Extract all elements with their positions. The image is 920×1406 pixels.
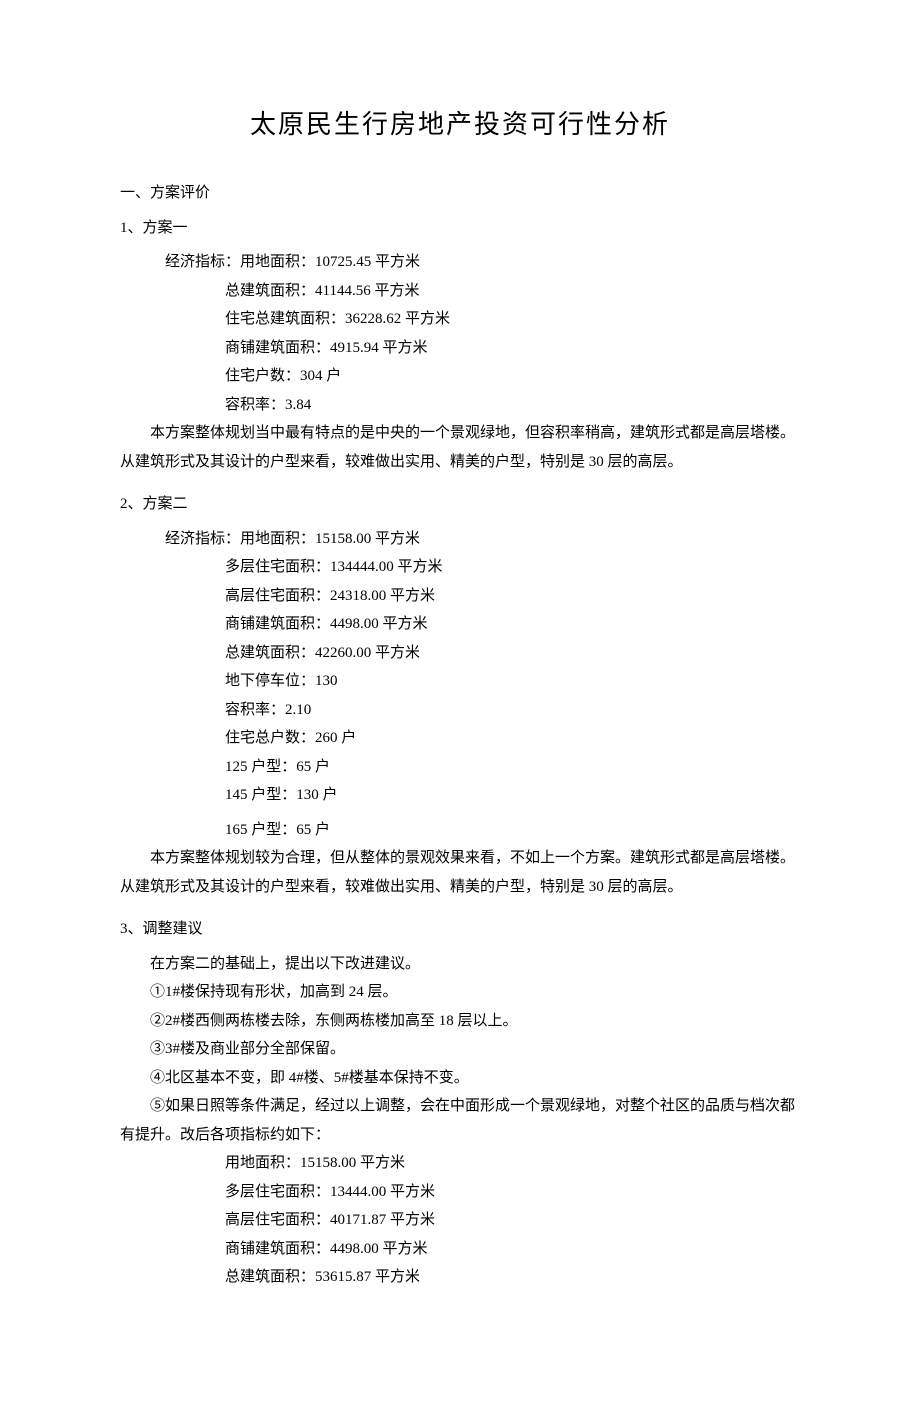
adjustment-item-1: ①1#楼保持现有形状，加高到 24 层。 [120,978,800,1007]
adjustment-item-2: ②2#楼西侧两栋楼去除，东侧两栋楼加高至 18 层以上。 [120,1007,800,1036]
plan-1-metric-commercial-area: 商铺建筑面积：4915.94 平方米 [225,334,800,363]
adjusted-metric-high-rise: 高层住宅面积：40171.87 平方米 [225,1206,800,1235]
plan-2-metric-type-125: 125 户型：65 户 [225,753,800,782]
plan-2-metric-total-area: 总建筑面积：42260.00 平方米 [225,639,800,668]
section-1-heading: 一、方案评价 [120,179,800,208]
adjusted-metric-total-area: 总建筑面积：53615.87 平方米 [225,1263,800,1292]
document-title: 太原民生行房地产投资可行性分析 [120,100,800,149]
adjusted-metric-land: 用地面积：15158.00 平方米 [225,1149,800,1178]
adjustment-heading: 3、调整建议 [120,915,800,944]
plan-2-metric-parking: 地下停车位：130 [225,667,800,696]
plan-1-metric-far: 容积率：3.84 [225,391,800,420]
plan-1-metric-land: 经济指标：用地面积：10725.45 平方米 [165,248,800,277]
adjustment-suggestions: 3、调整建议 在方案二的基础上，提出以下改进建议。 ①1#楼保持现有形状，加高到… [120,915,800,1292]
plan-1-metric-total-area: 总建筑面积：41144.56 平方米 [225,277,800,306]
adjustment-intro: 在方案二的基础上，提出以下改进建议。 [120,950,800,979]
plan-2-metric-high-rise: 高层住宅面积：24318.00 平方米 [225,582,800,611]
plan-2-metric-far: 容积率：2.10 [225,696,800,725]
plan-2-metric-commercial: 商铺建筑面积：4498.00 平方米 [225,610,800,639]
plan-2-heading: 2、方案二 [120,490,800,519]
plan-1: 1、方案一 经济指标：用地面积：10725.45 平方米 总建筑面积：41144… [120,214,800,477]
plan-2-description: 本方案整体规划较为合理，但从整体的景观效果来看，不如上一个方案。建筑形式都是高层… [120,844,800,901]
plan-1-heading: 1、方案一 [120,214,800,243]
plan-2: 2、方案二 经济指标：用地面积：15158.00 平方米 多层住宅面积：1344… [120,490,800,901]
plan-2-metric-type-165: 165 户型：65 户 [225,816,800,845]
plan-2-metric-type-145: 145 户型：130 户 [225,781,800,810]
plan-2-metric-land: 经济指标：用地面积：15158.00 平方米 [165,525,800,554]
plan-1-metric-residential-area: 住宅总建筑面积：36228.62 平方米 [225,305,800,334]
plan-2-metric-multi-storey: 多层住宅面积：134444.00 平方米 [225,553,800,582]
adjusted-metric-multi-storey: 多层住宅面积：13444.00 平方米 [225,1178,800,1207]
plan-1-metric-households: 住宅户数：304 户 [225,362,800,391]
adjustment-item-3: ③3#楼及商业部分全部保留。 [120,1035,800,1064]
adjustment-item-5: ⑤如果日照等条件满足，经过以上调整，会在中面形成一个景观绿地，对整个社区的品质与… [120,1092,800,1149]
adjusted-metric-commercial: 商铺建筑面积：4498.00 平方米 [225,1235,800,1264]
adjustment-item-4: ④北区基本不变，即 4#楼、5#楼基本保持不变。 [120,1064,800,1093]
plan-1-description: 本方案整体规划当中最有特点的是中央的一个景观绿地，但容积率稍高，建筑形式都是高层… [120,419,800,476]
plan-2-metric-households: 住宅总户数：260 户 [225,724,800,753]
